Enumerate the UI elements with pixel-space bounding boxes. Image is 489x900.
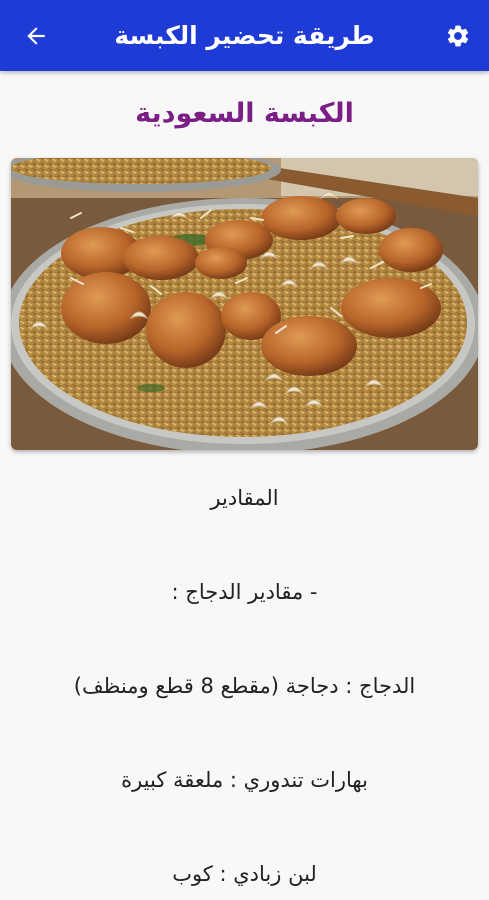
- recipe-title: الكبسة السعودية: [135, 98, 354, 129]
- ingredients-heading: المقادير: [210, 486, 279, 510]
- back-button[interactable]: [14, 14, 58, 58]
- arrow-left-icon: [27, 27, 45, 45]
- ingredient-line: الدجاج : دجاجة (مقطع 8 قطع ومنظف): [73, 674, 416, 698]
- gear-icon: [447, 25, 469, 47]
- ingredient-line: لبن زبادي : كوب: [172, 862, 317, 886]
- ingredient-line: بهارات تندوري : ملعقة كبيرة: [121, 768, 368, 792]
- app-bar: طريقة تحضير الكبسة: [0, 0, 489, 71]
- settings-button[interactable]: [436, 14, 480, 58]
- chicken-ingredients-heading: - مقادير الدجاج :: [171, 580, 318, 604]
- app-title: طريقة تحضير الكبسة: [114, 21, 375, 50]
- recipe-photo: [11, 158, 478, 450]
